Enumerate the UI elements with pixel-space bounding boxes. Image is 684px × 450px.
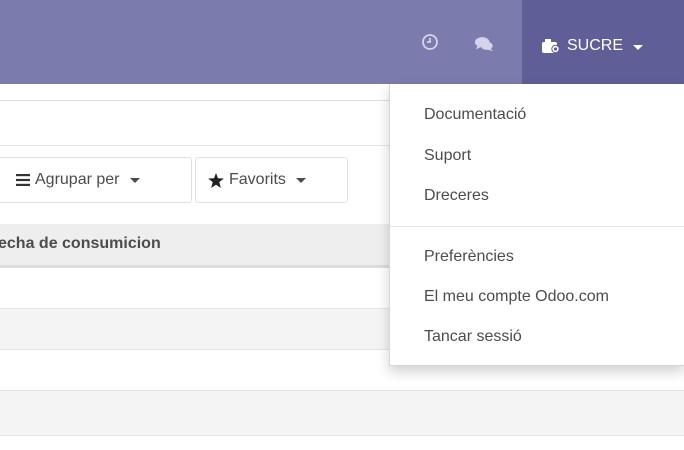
star-icon	[208, 172, 224, 188]
menu-item-shortcuts[interactable]: Dreceres	[424, 187, 489, 205]
column-header-date[interactable]: echa de consumicion	[0, 235, 161, 253]
menu-item-documentation[interactable]: Documentació	[424, 106, 526, 124]
chevron-down-icon	[633, 44, 644, 50]
list-bars-icon	[16, 174, 30, 186]
messages-chat-icon[interactable]	[474, 34, 494, 54]
user-dropdown-menu: Documentació Suport Dreceres Preferèncie…	[389, 84, 684, 366]
company-camera-icon	[542, 39, 560, 54]
menu-item-preferences[interactable]: Preferències	[424, 248, 514, 266]
group-by-label: Agrupar per	[35, 171, 120, 188]
menu-item-odoo-account[interactable]: El meu compte Odoo.com	[424, 288, 609, 306]
menu-item-logout[interactable]: Tancar sessió	[424, 328, 522, 346]
group-by-button[interactable]: Agrupar per	[0, 157, 192, 203]
favorites-label: Favorits	[229, 171, 286, 188]
user-menu-toggle[interactable]: SUCRE	[541, 36, 644, 56]
user-name: SUCRE	[567, 37, 624, 54]
chevron-down-icon	[295, 177, 306, 183]
favorites-button[interactable]: Favorits	[195, 157, 348, 203]
menu-divider	[390, 226, 684, 227]
chevron-down-icon	[129, 177, 140, 183]
menu-item-support[interactable]: Suport	[424, 147, 471, 165]
table-row[interactable]	[0, 391, 684, 436]
activity-clock-icon[interactable]	[420, 32, 440, 52]
